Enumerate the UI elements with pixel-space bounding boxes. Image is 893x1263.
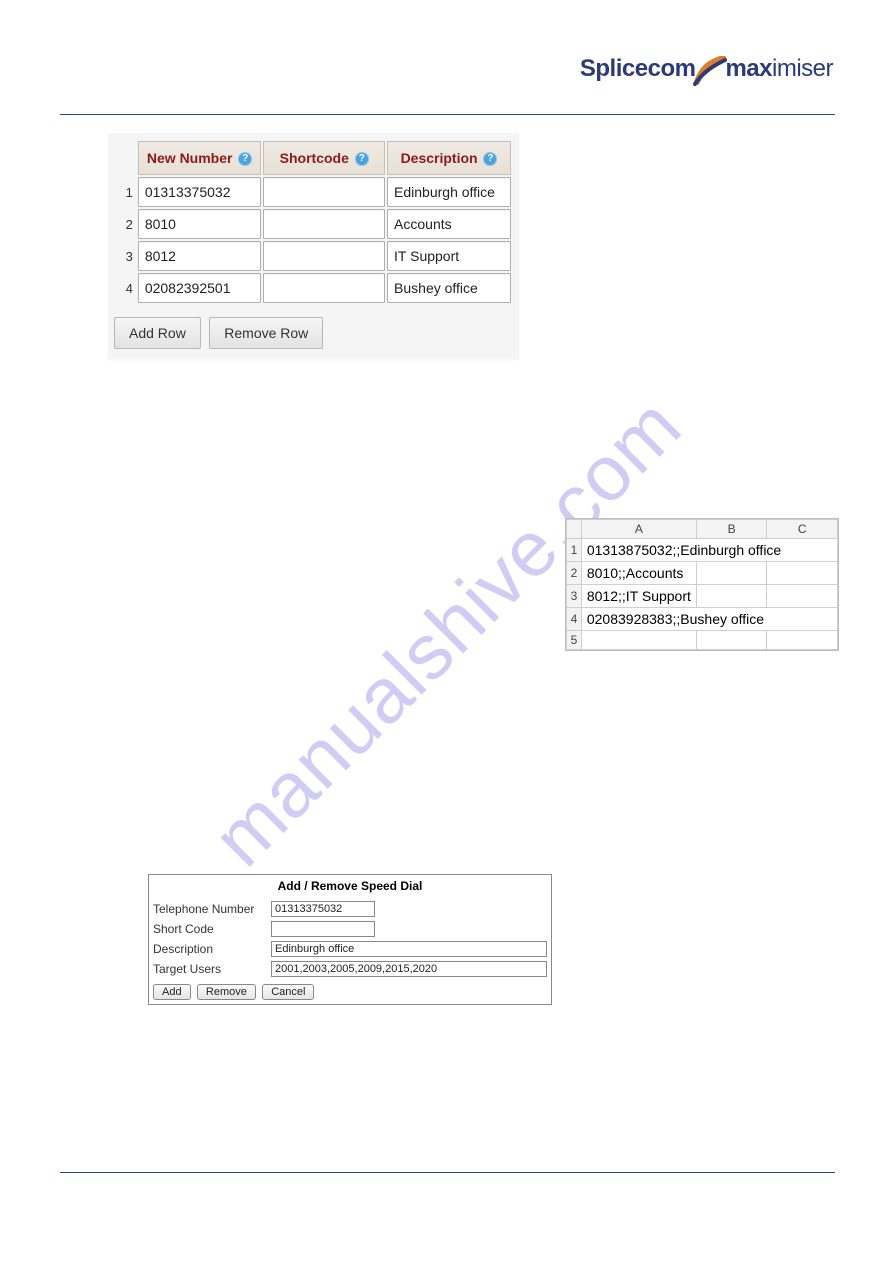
sheet-row-header[interactable]: 1: [567, 539, 582, 562]
description-input[interactable]: [387, 177, 511, 207]
brand-part-com: com: [648, 55, 696, 82]
brand-part-splice: Splice: [580, 55, 648, 82]
sheet-col-a-header[interactable]: A: [581, 520, 696, 539]
spreadsheet-preview: A B C 1 01313875032;;Edinburgh office 2 …: [565, 518, 839, 651]
table-row: 3: [116, 241, 511, 271]
shortcode-input[interactable]: [263, 241, 385, 271]
shortcode-input[interactable]: [263, 177, 385, 207]
shortcode-input[interactable]: [263, 209, 385, 239]
column-header-shortcode: Shortcode ?: [263, 141, 385, 175]
cancel-button[interactable]: Cancel: [262, 984, 314, 1000]
brand-part-imiser: imiser: [772, 55, 833, 82]
label-description: Description: [149, 939, 267, 959]
sheet-row: 5: [567, 631, 838, 650]
sheet-row-header[interactable]: 4: [567, 608, 582, 631]
brand-logo: Splicecom maximiser: [580, 55, 833, 84]
sheet-row: 1 01313875032;;Edinburgh office: [567, 539, 838, 562]
label-target-users: Target Users: [149, 959, 267, 979]
speed-dial-table: New Number ? Shortcode ? Description ? 1: [114, 139, 513, 305]
sheet-cell[interactable]: [767, 585, 838, 608]
brand-part-max: max: [725, 55, 772, 82]
add-remove-speed-dial-form: Add / Remove Speed Dial Telephone Number…: [148, 874, 552, 1005]
row-index: 4: [116, 273, 136, 303]
new-number-input[interactable]: [138, 241, 262, 271]
add-row-button[interactable]: Add Row: [114, 317, 201, 349]
sheet-row: 4 02083928383;;Bushey office: [567, 608, 838, 631]
shortcode-input[interactable]: [263, 273, 385, 303]
row-index: 2: [116, 209, 136, 239]
sheet-cell[interactable]: [696, 631, 767, 650]
target-users-input[interactable]: [271, 961, 547, 977]
label-shortcode: Short Code: [149, 919, 267, 939]
telephone-number-input[interactable]: [271, 901, 375, 917]
sheet-col-b-header[interactable]: B: [696, 520, 767, 539]
description-input[interactable]: [387, 241, 511, 271]
header-description-label: Description: [401, 150, 478, 166]
sheet-cell[interactable]: 8010;;Accounts: [581, 562, 696, 585]
form-title: Add / Remove Speed Dial: [149, 875, 551, 899]
remove-row-button[interactable]: Remove Row: [209, 317, 323, 349]
sheet-cell[interactable]: [581, 631, 696, 650]
header-shortcode-label: Shortcode: [280, 150, 349, 166]
description-input[interactable]: [387, 273, 511, 303]
sheet-corner: [567, 520, 582, 539]
sheet-cell[interactable]: [767, 562, 838, 585]
help-icon[interactable]: ?: [238, 152, 252, 166]
speed-dial-entry-panel: New Number ? Shortcode ? Description ? 1: [108, 133, 519, 359]
sheet-cell[interactable]: [696, 585, 767, 608]
sheet-row-header[interactable]: 3: [567, 585, 582, 608]
table-row: 4: [116, 273, 511, 303]
sheet-cell[interactable]: [767, 631, 838, 650]
column-header-new-number: New Number ?: [138, 141, 262, 175]
add-button[interactable]: Add: [153, 984, 191, 1000]
new-number-input[interactable]: [138, 273, 262, 303]
footer-divider: [60, 1172, 835, 1173]
sheet-row-header[interactable]: 2: [567, 562, 582, 585]
description-input[interactable]: [387, 209, 511, 239]
help-icon[interactable]: ?: [355, 152, 369, 166]
rownum-header: [116, 141, 136, 175]
row-index: 3: [116, 241, 136, 271]
remove-button[interactable]: Remove: [197, 984, 256, 1000]
new-number-input[interactable]: [138, 177, 262, 207]
column-header-description: Description ?: [387, 141, 511, 175]
row-index: 1: [116, 177, 136, 207]
table-row: 2: [116, 209, 511, 239]
new-number-input[interactable]: [138, 209, 262, 239]
sheet-cell[interactable]: [696, 562, 767, 585]
sheet-cell[interactable]: 02083928383;;Bushey office: [581, 608, 837, 631]
swoosh-icon: [693, 56, 727, 84]
sheet-row-header[interactable]: 5: [567, 631, 582, 650]
sheet-row: 2 8010;;Accounts: [567, 562, 838, 585]
header-new-number-label: New Number: [147, 150, 233, 166]
sheet-cell[interactable]: 01313875032;;Edinburgh office: [581, 539, 837, 562]
description-input[interactable]: [271, 941, 547, 957]
table-row: 1: [116, 177, 511, 207]
label-telephone: Telephone Number: [149, 899, 267, 919]
sheet-col-c-header[interactable]: C: [767, 520, 838, 539]
short-code-input[interactable]: [271, 921, 375, 937]
sheet-cell[interactable]: 8012;;IT Support: [581, 585, 696, 608]
header-divider: [60, 114, 835, 115]
help-icon[interactable]: ?: [483, 152, 497, 166]
sheet-row: 3 8012;;IT Support: [567, 585, 838, 608]
